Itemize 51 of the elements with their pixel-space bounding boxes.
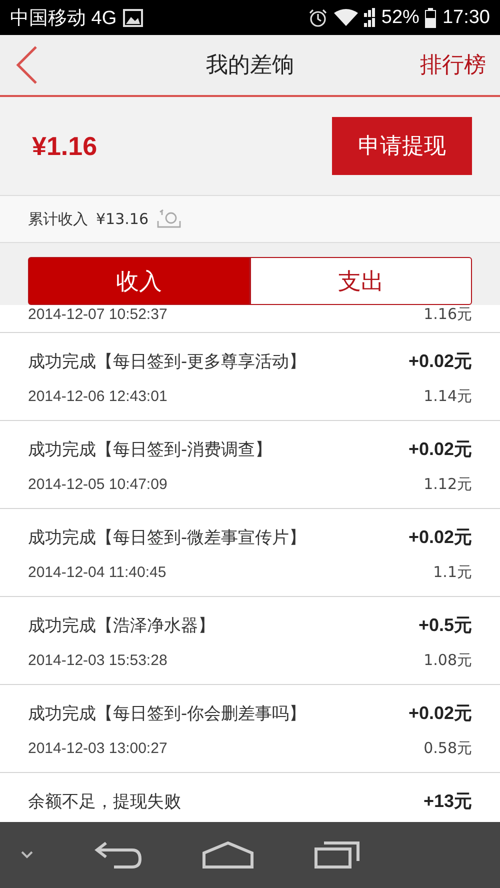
record-balance: 1.14元	[424, 387, 472, 406]
record-title: 成功完成【每日签到-更多尊享活动】	[28, 350, 306, 372]
recent-apps-button[interactable]	[314, 841, 360, 869]
record-balance: 1.12元	[424, 475, 472, 494]
ranking-link[interactable]: 排行榜	[406, 50, 486, 80]
record-amount: +0.02元	[408, 702, 472, 725]
total-income-amount: ¥13.16	[96, 210, 148, 228]
record-date: 2014-12-05 10:47:09	[28, 476, 168, 493]
record-title: 成功完成【每日签到-微差事宣传片】	[28, 526, 306, 548]
battery-percent: 52%	[381, 6, 420, 28]
record-amount: +0.5元	[418, 614, 472, 637]
home-button[interactable]	[202, 841, 254, 869]
balance-amount: ¥1.16	[32, 130, 98, 162]
record-title: 成功完成【每日签到-你会删差事吗】	[28, 702, 306, 724]
back-icon	[14, 45, 38, 85]
record-date: 2014-12-06 12:43:01	[28, 388, 168, 405]
record-date: 2014-12-07 10:52:37	[28, 306, 168, 323]
alarm-icon	[308, 8, 328, 28]
record-title: 成功完成【浩泽净水器】	[28, 614, 215, 636]
record-date: 2014-12-03 13:00:27	[28, 740, 168, 757]
page-title: 我的差饷	[205, 52, 295, 80]
record-amount: +0.02元	[408, 526, 472, 549]
record-date: 2014-12-04 11:40:45	[28, 564, 166, 581]
tab[interactable]: 支出	[250, 257, 472, 305]
record-balance: 1.08元	[424, 651, 472, 670]
chevron-down-icon	[20, 850, 34, 860]
home-icon	[202, 841, 254, 869]
coin-tray-icon	[156, 209, 180, 229]
record-balance: 1.1元	[433, 563, 472, 582]
wifi-icon	[334, 8, 358, 26]
clock-time: 17:30	[442, 6, 490, 28]
back-nav-button[interactable]	[94, 841, 142, 869]
total-income-label: 累计收入	[28, 210, 88, 228]
record-amount: +0.02元	[408, 438, 472, 461]
image-icon	[122, 8, 143, 26]
signal-icon	[364, 8, 376, 27]
withdraw-button[interactable]: 申请提现	[332, 117, 472, 175]
record-date: 2014-12-03 15:53:28	[28, 652, 168, 669]
record-amount: +13元	[423, 790, 472, 813]
record-balance: 1.16元	[424, 305, 472, 324]
back-arrow-icon	[94, 841, 142, 869]
record-balance: 0.58元	[424, 739, 472, 758]
carrier-label: 中国移动 4G	[10, 6, 117, 30]
recent-apps-icon	[314, 841, 360, 869]
tab[interactable]: 收入	[28, 257, 250, 305]
battery-icon	[425, 8, 436, 28]
record-amount: +0.02元	[408, 350, 472, 373]
record-title: 余额不足，提现失败	[28, 790, 181, 812]
back-button[interactable]	[14, 45, 38, 85]
record-title: 成功完成【每日签到-消费调查】	[28, 438, 272, 460]
hide-keyboard-button[interactable]	[20, 850, 34, 860]
